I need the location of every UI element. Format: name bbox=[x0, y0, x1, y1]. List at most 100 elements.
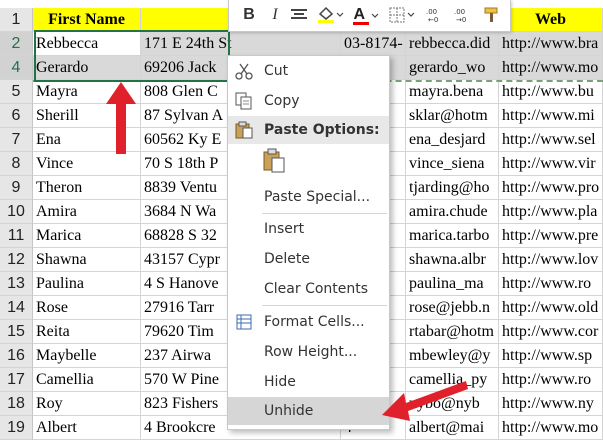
menu-item-delete[interactable]: Delete bbox=[228, 245, 389, 273]
row-header[interactable]: 4 bbox=[0, 56, 33, 80]
cell-web[interactable]: http://www.mo bbox=[499, 416, 603, 440]
menu-item-paste-special[interactable]: Paste Special... bbox=[228, 183, 389, 211]
row-header[interactable]: 12 bbox=[0, 248, 33, 272]
borders-button[interactable] bbox=[387, 4, 417, 26]
cell-address[interactable]: 171 E 24th St bbox=[141, 32, 341, 56]
cell-first[interactable]: Sherill bbox=[33, 104, 141, 128]
row-header[interactable]: 11 bbox=[0, 224, 33, 248]
cell-email[interactable]: mayra.bena bbox=[406, 80, 499, 104]
cell-web[interactable]: http://www.sp bbox=[499, 344, 603, 368]
row-header[interactable]: 18 bbox=[0, 392, 33, 416]
fill-color-button[interactable] bbox=[315, 4, 345, 26]
scissors-icon bbox=[235, 63, 253, 80]
cell-web[interactable]: http://www.pro bbox=[499, 176, 603, 200]
cell-email[interactable]: vince_siena bbox=[406, 152, 499, 176]
menu-item-unhide[interactable]: Unhide bbox=[228, 397, 389, 425]
cell-web[interactable]: http://www.bra bbox=[499, 32, 603, 56]
cell-email[interactable]: shawna.albr bbox=[406, 248, 499, 272]
cell-first[interactable]: Amira bbox=[33, 200, 141, 224]
menu-item-format-cells-label: Format Cells... bbox=[264, 314, 365, 330]
row-header[interactable]: 14 bbox=[0, 296, 33, 320]
menu-item-copy[interactable]: Copy bbox=[228, 87, 389, 115]
row-header[interactable]: 9 bbox=[0, 176, 33, 200]
paste-icon bbox=[263, 148, 285, 173]
menu-item-hide[interactable]: Hide bbox=[228, 368, 389, 396]
menu-item-row-height-label: Row Height... bbox=[264, 344, 358, 360]
svg-text:←0: ←0 bbox=[428, 16, 438, 24]
cell-web[interactable]: http://www.mo bbox=[499, 56, 603, 80]
row-header[interactable]: 17 bbox=[0, 368, 33, 392]
cell-web[interactable]: http://www.ro bbox=[499, 368, 603, 392]
menu-item-row-height[interactable]: Row Height... bbox=[228, 338, 389, 366]
row-header[interactable]: 2 bbox=[0, 32, 33, 56]
decrease-decimal-button[interactable]: .00 →0 bbox=[453, 4, 477, 26]
row-header-1[interactable]: 1 bbox=[0, 8, 33, 32]
bold-button[interactable]: B bbox=[241, 4, 257, 26]
row-header[interactable]: 7 bbox=[0, 128, 33, 152]
format-painter-button[interactable] bbox=[481, 4, 503, 26]
menu-item-format-cells[interactable]: Format Cells... bbox=[228, 308, 389, 336]
cell-first[interactable]: Rose bbox=[33, 296, 141, 320]
menu-separator bbox=[262, 305, 387, 306]
row-header[interactable]: 8 bbox=[0, 152, 33, 176]
cell-web[interactable]: http://www.mi bbox=[499, 104, 603, 128]
column-header-web[interactable]: Web bbox=[499, 8, 603, 32]
cell-email[interactable]: rtabar@hotm bbox=[406, 320, 499, 344]
cell-email[interactable]: amira.chude bbox=[406, 200, 499, 224]
cell-first[interactable]: Vince bbox=[33, 152, 141, 176]
cell-first[interactable]: Shawna bbox=[33, 248, 141, 272]
align-center-button[interactable] bbox=[289, 4, 309, 26]
cell-first[interactable]: Ena bbox=[33, 128, 141, 152]
column-header-first-name[interactable]: First Name bbox=[33, 8, 141, 32]
cell-email[interactable]: nybo@nyb bbox=[406, 392, 499, 416]
menu-item-clear-contents[interactable]: Clear Contents bbox=[228, 275, 389, 303]
cell-web[interactable]: http://www.ny bbox=[499, 392, 603, 416]
row-header[interactable]: 16 bbox=[0, 344, 33, 368]
cell-web[interactable]: http://www.vir bbox=[499, 152, 603, 176]
cell-first[interactable]: Rebbecca bbox=[33, 32, 141, 56]
cell-first[interactable]: Mayra bbox=[33, 80, 141, 104]
italic-button[interactable]: I bbox=[267, 4, 283, 26]
cell-first[interactable]: Gerardo bbox=[33, 56, 141, 80]
cell-email[interactable]: sklar@hotm bbox=[406, 104, 499, 128]
cell-first[interactable]: Albert bbox=[33, 416, 141, 440]
row-header[interactable]: 6 bbox=[0, 104, 33, 128]
cell-email[interactable]: rebbecca.did bbox=[406, 32, 499, 56]
cell-email[interactable]: albert@mai bbox=[406, 416, 499, 440]
cell-web[interactable]: http://www.pla bbox=[499, 200, 603, 224]
cell-first[interactable]: Roy bbox=[33, 392, 141, 416]
cell-web[interactable]: http://www.bu bbox=[499, 80, 603, 104]
cell-first[interactable]: Maybelle bbox=[33, 344, 141, 368]
cell-web[interactable]: http://www.ro bbox=[499, 272, 603, 296]
cell-web[interactable]: http://www.cor bbox=[499, 320, 603, 344]
cell-first[interactable]: Marica bbox=[33, 224, 141, 248]
cell-email[interactable]: mbewley@y bbox=[406, 344, 499, 368]
cell-web[interactable]: http://www.pre bbox=[499, 224, 603, 248]
row-header[interactable]: 10 bbox=[0, 200, 33, 224]
cell-email[interactable]: tjarding@ho bbox=[406, 176, 499, 200]
cell-web[interactable]: http://www.lov bbox=[499, 248, 603, 272]
cell-web[interactable]: http://www.sel bbox=[499, 128, 603, 152]
row-header[interactable]: 13 bbox=[0, 272, 33, 296]
menu-item-cut[interactable]: Cut bbox=[228, 57, 389, 85]
paste-option-button[interactable] bbox=[262, 148, 290, 178]
row-header[interactable]: 15 bbox=[0, 320, 33, 344]
cell-email[interactable]: ena_desjard bbox=[406, 128, 499, 152]
cell-first[interactable]: Paulina bbox=[33, 272, 141, 296]
font-color-button[interactable]: A bbox=[351, 4, 381, 26]
cell-email[interactable]: marica.tarbo bbox=[406, 224, 499, 248]
cell-first[interactable]: Camellia bbox=[33, 368, 141, 392]
cell-email[interactable]: rose@jebb.n bbox=[406, 296, 499, 320]
cell-email[interactable]: camellia_py bbox=[406, 368, 499, 392]
cell-phone[interactable]: 03-8174- bbox=[341, 32, 406, 56]
cell-email[interactable]: paulina_ma bbox=[406, 272, 499, 296]
increase-decimal-button[interactable]: .00 ←0 bbox=[425, 4, 449, 26]
row-header[interactable]: 5 bbox=[0, 80, 33, 104]
cell-web[interactable]: http://www.old bbox=[499, 296, 603, 320]
row-header[interactable]: 19 bbox=[0, 416, 33, 440]
cell-first[interactable]: Reita bbox=[33, 320, 141, 344]
cell-email[interactable]: gerardo_wo bbox=[406, 56, 499, 80]
cell-first[interactable]: Theron bbox=[33, 176, 141, 200]
menu-item-insert[interactable]: Insert bbox=[228, 215, 389, 243]
align-center-icon bbox=[291, 9, 307, 19]
